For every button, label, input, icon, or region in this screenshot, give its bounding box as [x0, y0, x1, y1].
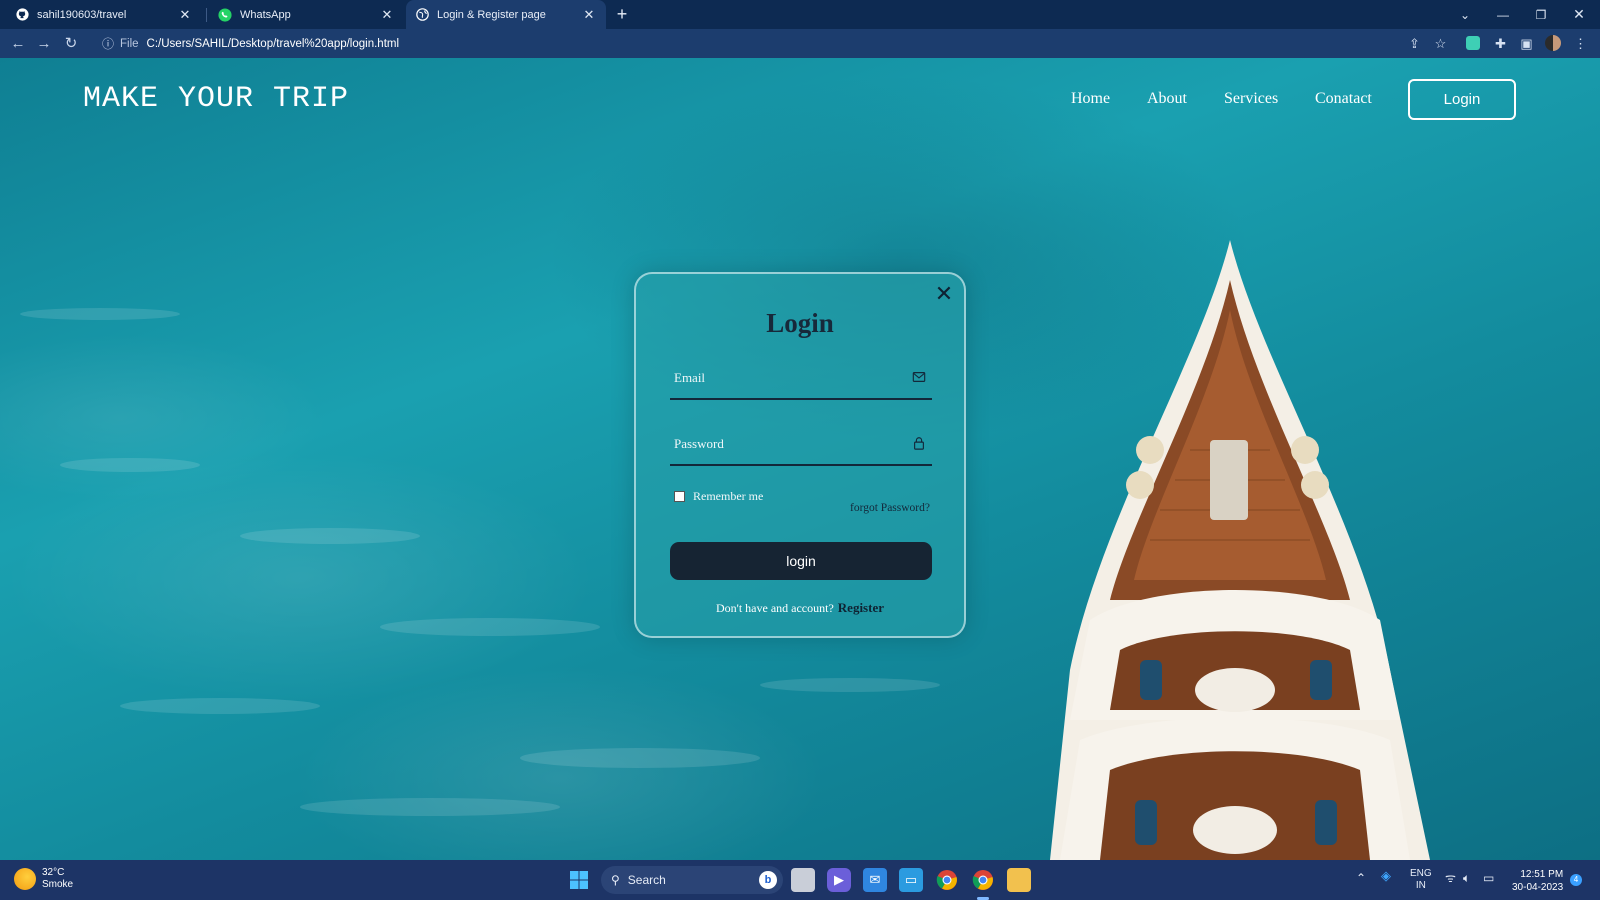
weather-desc: Smoke: [42, 879, 74, 890]
profile-avatar[interactable]: [1545, 35, 1561, 51]
extension-icon[interactable]: [1466, 36, 1480, 50]
system-clock[interactable]: 12:51 PM 30-04-2023: [1512, 868, 1563, 894]
login-title: Login: [766, 308, 834, 338]
info-icon[interactable]: ⓘ: [102, 35, 114, 52]
remember-me[interactable]: Remember me: [674, 489, 763, 504]
nav-home[interactable]: Home: [1071, 90, 1110, 108]
browser-toolbar: ← → ↻ ⓘ File C:/Users/SAHIL/Desktop/trav…: [0, 29, 1600, 58]
teams-icon[interactable]: ▶: [827, 868, 851, 892]
battery-icon[interactable]: ▭: [1483, 872, 1494, 884]
login-submit-button[interactable]: login: [670, 542, 932, 580]
address-bar[interactable]: ⓘ File C:/Users/SAHIL/Desktop/travel%20a…: [94, 32, 1464, 55]
url-scheme-label: File: [120, 37, 139, 50]
side-panel-icon[interactable]: ▣: [1518, 35, 1535, 52]
lock-icon: [914, 437, 924, 450]
share-icon[interactable]: ⇪: [1406, 35, 1423, 52]
close-icon[interactable]: ✕: [178, 7, 192, 23]
tab-whatsapp[interactable]: WhatsApp ✕: [208, 0, 404, 29]
login-card: ✕ Login Email Password Remember me forgo…: [634, 272, 966, 638]
sea-foam: [240, 528, 420, 544]
desktop-app-icon[interactable]: ▭: [899, 868, 923, 892]
close-icon[interactable]: ✕: [582, 7, 596, 23]
taskbar-search[interactable]: ⚲ Search b: [601, 866, 783, 894]
sea-foam: [520, 748, 760, 768]
remember-checkbox[interactable]: [674, 491, 685, 502]
task-view-icon[interactable]: [791, 868, 815, 892]
email-placeholder: Email: [674, 370, 706, 385]
sea-foam: [300, 798, 560, 816]
notification-badge[interactable]: 4: [1570, 874, 1582, 886]
windows-taskbar: 32°C Smoke ⚲ Search b ▶ ✉ ▭ ⌃ ◈ ENG IN ᯤ…: [0, 860, 1600, 900]
mail-icon: [912, 372, 926, 382]
clock-time: 12:51 PM: [1520, 869, 1564, 880]
tab-title: Login & Register page: [437, 8, 546, 21]
tray-app-icon[interactable]: ◈: [1381, 869, 1391, 882]
weather-temp: 32°C: [42, 867, 65, 878]
volume-icon[interactable]: 🔈︎: [1463, 872, 1470, 884]
wifi-icon[interactable]: ᯤ: [1445, 872, 1456, 884]
close-icon[interactable]: ✕: [380, 7, 394, 23]
language-indicator[interactable]: ENG IN: [1410, 868, 1432, 892]
tab-search-chevron-icon[interactable]: ⌄: [1446, 0, 1484, 29]
chrome-icon[interactable]: [935, 868, 959, 892]
browser-tab-bar: sahil190603/travel ✕ WhatsApp ✕ Login & …: [0, 0, 1600, 29]
nav-services[interactable]: Services: [1224, 90, 1278, 108]
remember-label: Remember me: [693, 489, 764, 503]
reload-icon[interactable]: ↻: [61, 34, 81, 54]
yacht-illustration: [1050, 240, 1430, 860]
page-viewport: MAKE YOUR TRIP Home About Services Conat…: [0, 58, 1600, 860]
back-arrow-icon[interactable]: ←: [8, 34, 28, 54]
bing-icon[interactable]: b: [759, 871, 777, 889]
search-label: Search: [627, 873, 666, 887]
password-field[interactable]: Password: [670, 430, 932, 466]
tab-login-register[interactable]: Login & Register page ✕: [406, 0, 606, 29]
close-window-button[interactable]: ✕: [1560, 0, 1598, 29]
tab-title: WhatsApp: [240, 8, 291, 21]
puzzle-icon[interactable]: ✚: [1492, 35, 1509, 52]
github-icon: [16, 8, 29, 21]
tray-chevron-icon[interactable]: ⌃: [1356, 872, 1366, 884]
globe-icon: [416, 8, 429, 21]
sea-foam: [20, 308, 180, 320]
file-explorer-icon[interactable]: [1007, 868, 1031, 892]
mail-app-icon[interactable]: ✉: [863, 868, 887, 892]
search-icon: ⚲: [611, 873, 620, 887]
whatsapp-icon: [218, 7, 232, 22]
sea-foam: [60, 458, 200, 472]
close-icon[interactable]: ✕: [934, 283, 954, 305]
nav-about[interactable]: About: [1147, 90, 1187, 108]
bookmark-star-icon[interactable]: ☆: [1432, 35, 1449, 52]
email-field[interactable]: Email: [670, 364, 932, 400]
tab-separator: [206, 8, 207, 22]
clock-date: 30-04-2023: [1512, 882, 1564, 893]
password-placeholder: Password: [674, 436, 724, 451]
register-link[interactable]: Register: [838, 600, 884, 615]
forgot-password-link[interactable]: forgot Password?: [850, 502, 930, 514]
weather-widget[interactable]: 32°C Smoke: [14, 867, 73, 891]
forward-arrow-icon[interactable]: →: [34, 34, 54, 54]
url-text[interactable]: C:/Users/SAHIL/Desktop/travel%20app/logi…: [147, 38, 399, 50]
sea-foam: [120, 698, 320, 714]
windows-start-icon[interactable]: [567, 868, 591, 892]
weather-sun-icon: [14, 868, 36, 890]
sea-foam: [380, 618, 600, 636]
tab-github[interactable]: sahil190603/travel ✕: [6, 0, 202, 29]
sea-foam: [760, 678, 940, 692]
region-code: IN: [1415, 880, 1426, 891]
language-code: ENG: [1410, 868, 1432, 879]
register-prompt: Don't have and account? Register: [636, 600, 964, 616]
restore-button[interactable]: ❐: [1522, 0, 1560, 29]
brand-logo[interactable]: MAKE YOUR TRIP: [83, 82, 349, 116]
register-prompt-text: Don't have and account?: [716, 601, 834, 615]
tab-title: sahil190603/travel: [37, 8, 127, 21]
minimize-button[interactable]: —: [1484, 0, 1522, 29]
header-login-button[interactable]: Login: [1408, 79, 1516, 120]
nav-contact[interactable]: Conatact: [1315, 90, 1372, 108]
new-tab-button[interactable]: +: [612, 4, 632, 24]
chrome-active-icon[interactable]: [971, 868, 995, 892]
menu-dots-icon[interactable]: ⋮: [1572, 35, 1589, 52]
